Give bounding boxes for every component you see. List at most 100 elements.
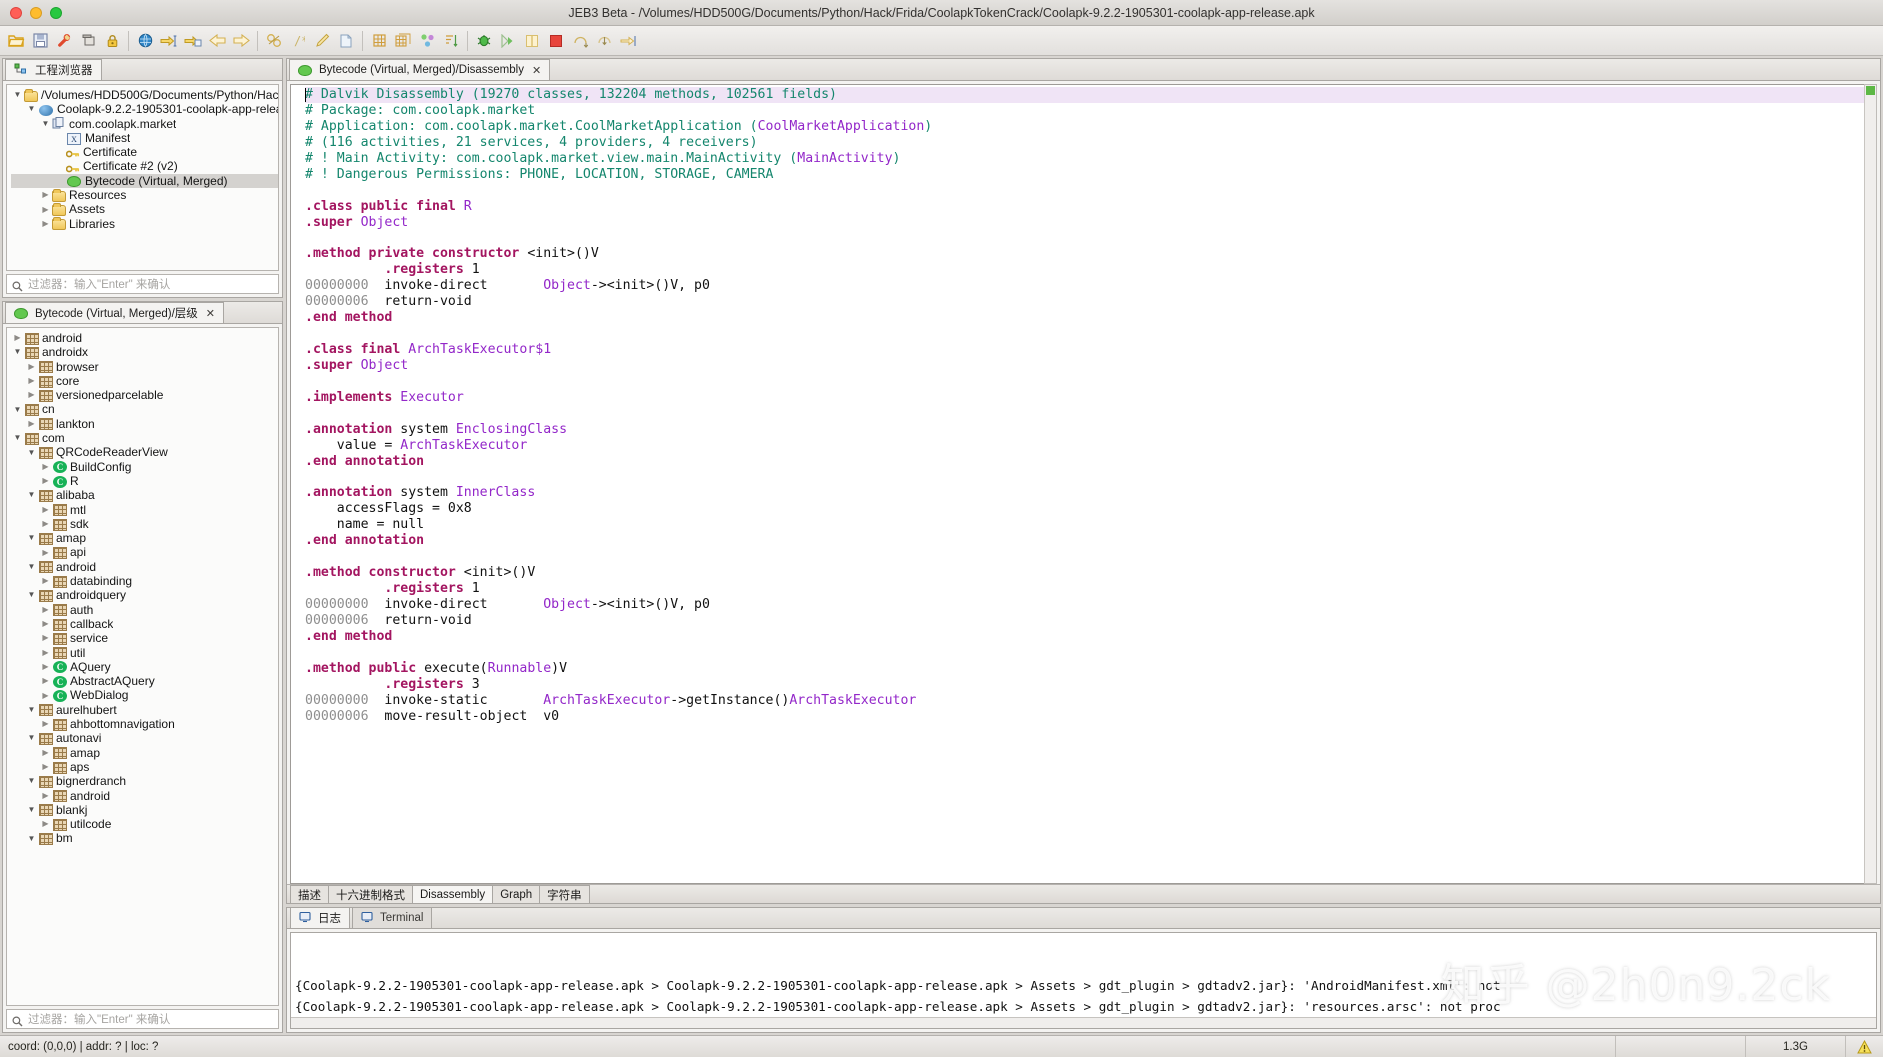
lock-icon[interactable] xyxy=(100,29,124,53)
chevron-down-icon[interactable]: ▼ xyxy=(25,446,38,460)
code-line[interactable]: .method constructor <init>()V xyxy=(305,565,1876,581)
hierarchy-item-node[interactable]: ▶ android xyxy=(11,331,278,345)
hierarchy-item-node[interactable]: ▶ C R xyxy=(11,474,278,488)
code-line[interactable] xyxy=(305,374,1876,390)
disassembly-code-view[interactable]: # Dalvik Disassembly (19270 classes, 132… xyxy=(290,84,1877,884)
project_explorer-item-node[interactable]: ▼ /Volumes/HDD500G/Documents/Python/Hack/… xyxy=(11,88,278,102)
editor-view-tab[interactable]: Disassembly xyxy=(412,885,494,903)
hierarchy-tabbar[interactable]: Bytecode (Virtual, Merged)/层级 ✕ xyxy=(3,302,282,324)
hierarchy-item-node[interactable]: ▼ amap xyxy=(11,531,278,545)
project_explorer-item-node[interactable]: ▶ Resources xyxy=(11,188,278,202)
chevron-right-icon[interactable]: ▶ xyxy=(39,789,52,803)
chevron-right-icon[interactable]: ▶ xyxy=(39,717,52,731)
chevron-right-icon[interactable]: ▶ xyxy=(25,417,38,431)
hierarchy-item-node[interactable]: ▼ aurelhubert xyxy=(11,703,278,717)
code-line[interactable]: .registers 1 xyxy=(305,262,1876,278)
step-into-icon[interactable] xyxy=(592,29,616,53)
project_explorer-item-node[interactable]: Certificate #2 (v2) xyxy=(11,159,278,173)
code-line[interactable]: accessFlags = 0x8 xyxy=(305,501,1876,517)
code-line[interactable]: .class public final R xyxy=(305,199,1876,215)
status-memory[interactable]: 1.3G xyxy=(1745,1035,1845,1057)
hierarchy-item-node[interactable]: ▶ android xyxy=(11,789,278,803)
back-arrow-icon[interactable] xyxy=(205,29,229,53)
hierarchy-item-node[interactable]: ▼ autonavi xyxy=(11,731,278,745)
editor-vertical-scrollbar[interactable] xyxy=(1864,84,1877,884)
editor-view-tab[interactable]: 字符串 xyxy=(539,885,590,903)
code-line[interactable] xyxy=(305,326,1876,342)
chevron-down-icon[interactable]: ▼ xyxy=(25,832,38,846)
code-line[interactable]: .end annotation xyxy=(305,533,1876,549)
code-line[interactable]: 00000006 move-result-object v0 xyxy=(305,709,1876,725)
document-icon[interactable] xyxy=(334,29,358,53)
hierarchy-item-node[interactable]: ▶ utilcode xyxy=(11,817,278,831)
step-over-icon[interactable] xyxy=(568,29,592,53)
chevron-down-icon[interactable]: ▼ xyxy=(25,588,38,602)
chevron-right-icon[interactable]: ▶ xyxy=(39,674,52,688)
code-line[interactable]: .annotation system EnclosingClass xyxy=(305,422,1876,438)
chevron-right-icon[interactable]: ▶ xyxy=(39,474,52,488)
project_explorer-item-node[interactable]: Bytecode (Virtual, Merged) xyxy=(11,173,278,189)
hierarchy-item-node[interactable]: ▶ browser xyxy=(11,360,278,374)
chevron-down-icon[interactable]: ▼ xyxy=(25,102,38,116)
chevron-right-icon[interactable]: ▶ xyxy=(39,460,52,474)
hierarchy-item-node[interactable]: ▼ blankj xyxy=(11,803,278,817)
warning-triangle-icon[interactable] xyxy=(1845,1035,1883,1057)
pause-icon[interactable] xyxy=(520,29,544,53)
globe-icon[interactable] xyxy=(133,29,157,53)
wrench-icon[interactable] xyxy=(52,29,76,53)
code-line[interactable]: .annotation system InnerClass xyxy=(305,485,1876,501)
pencil-icon[interactable] xyxy=(310,29,334,53)
chevron-right-icon[interactable]: ▶ xyxy=(39,817,52,831)
hierarchy-filter[interactable]: 过滤器：输入"Enter" 来确认 xyxy=(6,1009,279,1029)
project_explorer-item-node[interactable]: ▼ com.coolapk.market xyxy=(11,117,278,131)
chevron-right-icon[interactable]: ▶ xyxy=(39,631,52,645)
project_explorer-item-node[interactable]: Certificate xyxy=(11,145,278,159)
hierarchy-tree[interactable]: ▶ android ▼ androidx ▶ browser ▶ core ▶ versioned… xyxy=(6,327,279,1006)
hierarchy-item-node[interactable]: ▶ util xyxy=(11,646,278,660)
chevron-right-icon[interactable]: ▶ xyxy=(39,660,52,674)
hierarchy-item-node[interactable]: ▼ androidquery xyxy=(11,588,278,602)
hierarchy-item-node[interactable]: ▼ cn xyxy=(11,402,278,416)
code-line[interactable]: .implements Executor xyxy=(305,390,1876,406)
chevron-right-icon[interactable]: ▶ xyxy=(39,188,52,202)
chevron-right-icon[interactable]: ▶ xyxy=(39,517,52,531)
hierarchy-item-node[interactable]: ▼ com xyxy=(11,431,278,445)
code-line[interactable]: 00000006 return-void xyxy=(305,294,1876,310)
hierarchy-item-node[interactable]: ▶ lankton xyxy=(11,417,278,431)
chevron-right-icon[interactable]: ▶ xyxy=(39,203,52,217)
log-tabbar[interactable]: 日志 Terminal xyxy=(287,907,1880,929)
goto-address-icon[interactable] xyxy=(157,29,181,53)
code-line[interactable]: # ! Dangerous Permissions: PHONE, LOCATI… xyxy=(305,167,1876,183)
chevron-right-icon[interactable]: ▶ xyxy=(25,374,38,388)
chevron-down-icon[interactable]: ▼ xyxy=(25,560,38,574)
project-explorer-tabbar[interactable]: 工程浏览器 xyxy=(3,59,282,81)
save-icon[interactable] xyxy=(28,29,52,53)
hierarchy-item-node[interactable]: ▶ versionedparcelable xyxy=(11,388,278,402)
chevron-down-icon[interactable]: ▼ xyxy=(25,774,38,788)
chevron-right-icon[interactable]: ▶ xyxy=(39,503,52,517)
chevron-right-icon[interactable]: ▶ xyxy=(39,574,52,588)
code-line[interactable]: .class final ArchTaskExecutor$1 xyxy=(305,342,1876,358)
chevron-right-icon[interactable]: ▶ xyxy=(39,689,52,703)
hierarchy-item-node[interactable]: ▶ C WebDialog xyxy=(11,688,278,702)
code-line[interactable]: # (116 activities, 21 services, 4 provid… xyxy=(305,135,1876,151)
hierarchy-item-node[interactable]: ▶ C AQuery xyxy=(11,660,278,674)
project_explorer-item-node[interactable]: X Manifest xyxy=(11,131,278,145)
code-line[interactable] xyxy=(305,645,1876,661)
editor-view-tab[interactable]: 十六进制格式 xyxy=(328,885,413,903)
scrollbar-thumb[interactable] xyxy=(1866,86,1875,95)
code-line[interactable]: .method public execute(Runnable)V xyxy=(305,661,1876,677)
editor-view-tab[interactable]: 描述 xyxy=(290,885,329,903)
chevron-down-icon[interactable]: ▼ xyxy=(25,803,38,817)
chevron-down-icon[interactable]: ▼ xyxy=(25,731,38,745)
hierarchy-item-node[interactable]: ▼ androidx xyxy=(11,345,278,359)
chevron-down-icon[interactable]: ▼ xyxy=(39,117,52,131)
graph-nodes-icon[interactable] xyxy=(415,29,439,53)
hierarchy-item-node[interactable]: ▼ bm xyxy=(11,831,278,845)
chevron-right-icon[interactable]: ▶ xyxy=(39,760,52,774)
hierarchy-item-node[interactable]: ▼ QRCodeReaderView xyxy=(11,445,278,459)
code-line[interactable]: 00000000 invoke-static ArchTaskExecutor-… xyxy=(305,693,1876,709)
project-explorer-tree[interactable]: ▼/Volumes/HDD500G/Documents/Python/Hack/… xyxy=(6,84,279,271)
chevron-down-icon[interactable]: ▼ xyxy=(25,488,38,502)
hierarchy-item-node[interactable]: ▶ aps xyxy=(11,760,278,774)
